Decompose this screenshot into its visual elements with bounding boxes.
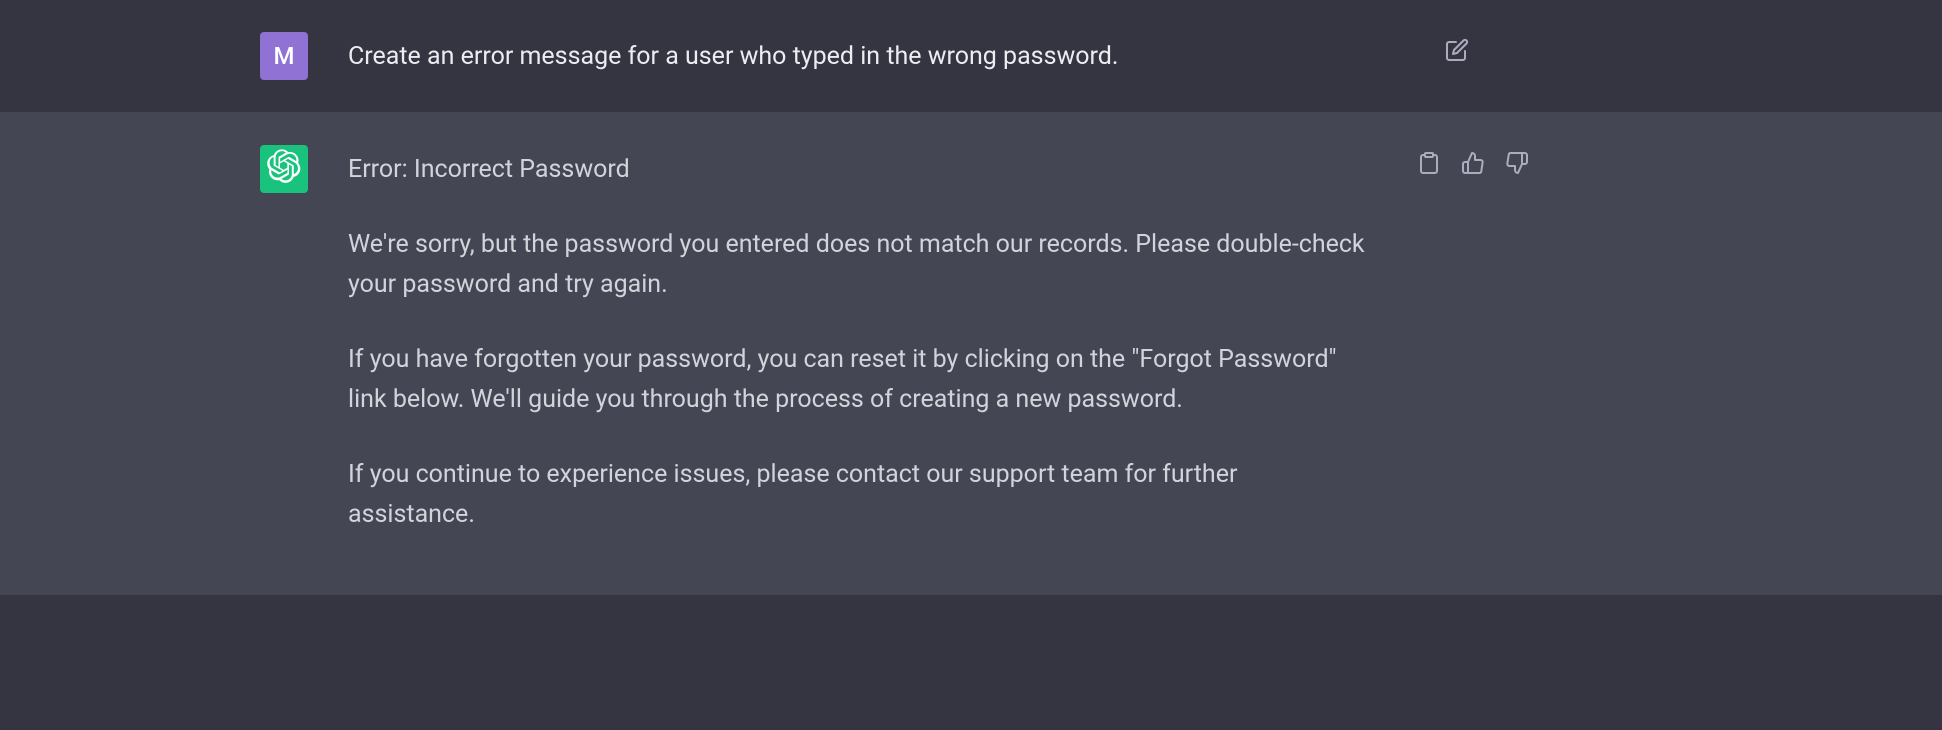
assistant-para-1: We're sorry, but the password you entere… [348, 225, 1370, 305]
edit-icon[interactable] [1444, 37, 1470, 63]
assistant-para-2: If you have forgotten your password, you… [348, 340, 1370, 420]
assistant-para-3: If you continue to experience issues, pl… [348, 455, 1370, 535]
assistant-message-row: Error: Incorrect Password We're sorry, b… [0, 113, 1942, 595]
user-message-text: Create an error message for a user who t… [348, 32, 1370, 80]
user-avatar: M [260, 32, 308, 80]
thumbs-down-icon[interactable] [1504, 150, 1530, 176]
assistant-heading: Error: Incorrect Password [348, 150, 1370, 190]
assistant-message-actions [1410, 145, 1540, 535]
user-avatar-letter: M [274, 42, 295, 70]
clipboard-icon[interactable] [1416, 150, 1442, 176]
assistant-message-text: Error: Incorrect Password We're sorry, b… [348, 145, 1370, 535]
user-message-actions [1410, 32, 1540, 80]
openai-logo-icon [267, 149, 301, 189]
assistant-avatar [260, 145, 308, 193]
user-message-inner: M Create an error message for a user who… [260, 32, 1540, 80]
user-message-row: M Create an error message for a user who… [0, 0, 1942, 113]
thumbs-up-icon[interactable] [1460, 150, 1486, 176]
assistant-message-inner: Error: Incorrect Password We're sorry, b… [260, 145, 1540, 535]
